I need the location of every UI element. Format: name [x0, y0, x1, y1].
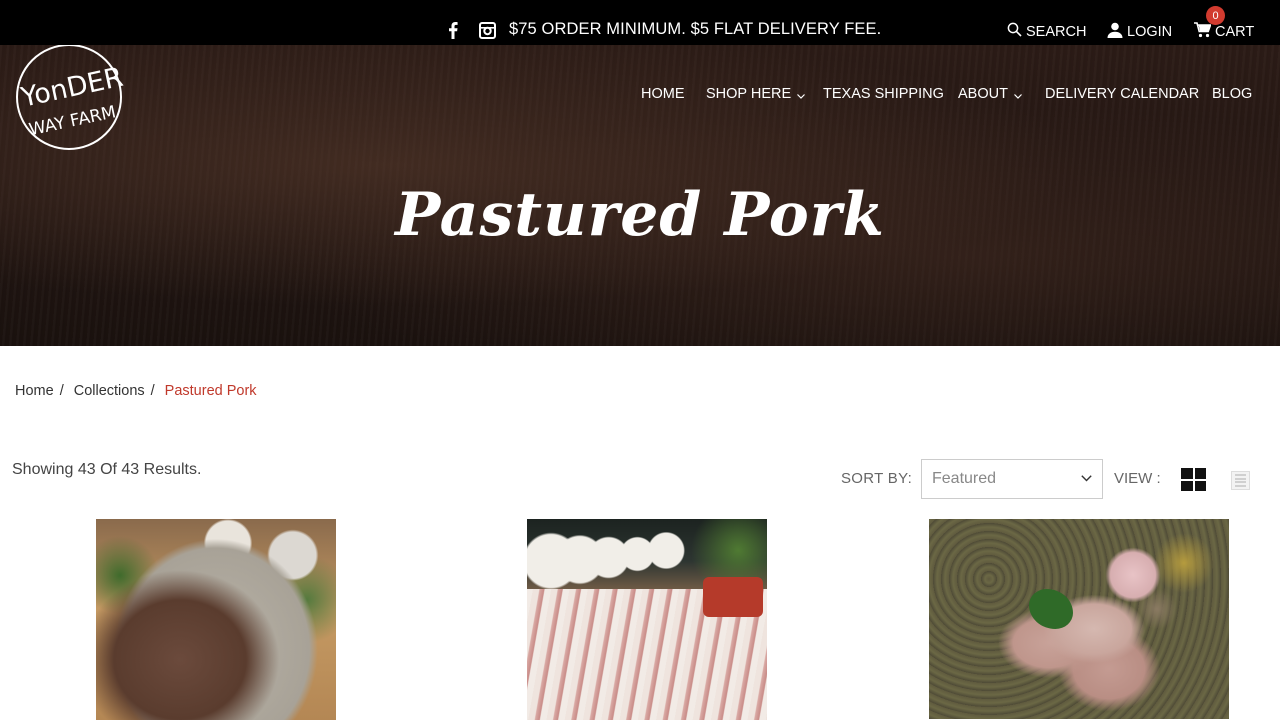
breadcrumb-separator: /: [59, 383, 64, 399]
product-image-ground-pork[interactable]: [96, 519, 336, 720]
nav-label: SHOP HERE: [706, 86, 792, 102]
nav-blog[interactable]: BLOG: [1212, 86, 1252, 102]
nav-label: BLOG: [1212, 86, 1253, 102]
breadcrumb-separator: /: [150, 383, 155, 399]
facebook-icon[interactable]: [444, 20, 462, 40]
instagram-icon[interactable]: [477, 20, 497, 40]
cart-label: CART: [1215, 24, 1255, 40]
nav-texas-shipping[interactable]: TEXAS SHIPPING: [823, 86, 944, 102]
breadcrumb: Home / Collections / Pastured Pork: [15, 383, 257, 399]
nav-home[interactable]: HOME: [641, 86, 685, 102]
list-view-icon[interactable]: [1231, 471, 1250, 490]
chevron-down-icon: [1081, 473, 1092, 485]
search-label: SEARCH: [1026, 23, 1087, 40]
nav-delivery-calendar[interactable]: DELIVERY CALENDAR: [1045, 86, 1199, 102]
grid-view-icon[interactable]: [1181, 468, 1206, 491]
results-count: Showing 43 Of 43 Results.: [12, 461, 202, 478]
product-image-sausage[interactable]: [929, 519, 1229, 719]
view-label: VIEW :: [1114, 470, 1161, 487]
sort-select[interactable]: Featured: [921, 459, 1103, 499]
product-photo-detail: [1029, 589, 1073, 629]
nav-label: ABOUT: [958, 86, 1008, 102]
login-label: LOGIN: [1127, 24, 1173, 40]
page-title: Pastured Pork: [395, 180, 885, 250]
user-icon: [1107, 22, 1123, 42]
nav-shop-here[interactable]: SHOP HERE: [706, 86, 806, 102]
search-link[interactable]: SEARCH: [1007, 22, 1086, 41]
breadcrumb-collections[interactable]: Collections: [74, 383, 145, 399]
nav-about[interactable]: ABOUT: [958, 86, 1022, 102]
promo-message: $75 ORDER MINIMUM. $5 FLAT DELIVERY FEE.: [509, 20, 882, 38]
hero-banner: YonDER WAY FARM HOME SHOP HERE TEXAS SHI…: [0, 45, 1280, 346]
nav-label: HOME: [641, 86, 685, 102]
breadcrumb-home[interactable]: Home: [15, 383, 54, 399]
top-bar: $75 ORDER MINIMUM. $5 FLAT DELIVERY FEE.…: [0, 0, 1280, 45]
product-photo-detail: [703, 577, 763, 617]
search-icon: [1007, 22, 1022, 41]
chevron-down-icon: [1014, 91, 1022, 101]
nav-label: DELIVERY CALENDAR: [1045, 86, 1200, 102]
nav-label: TEXAS SHIPPING: [823, 86, 944, 102]
chevron-down-icon: [797, 91, 806, 101]
main-nav: HOME SHOP HERE TEXAS SHIPPING ABOUT DELI…: [0, 86, 1280, 106]
cart-link[interactable]: CART: [1194, 22, 1254, 42]
sort-value: Featured: [932, 470, 997, 487]
sort-label: SORT BY:: [841, 470, 913, 487]
product-image-bacon[interactable]: [527, 519, 767, 720]
login-link[interactable]: LOGIN: [1107, 22, 1172, 42]
cart-count-badge: 0: [1206, 6, 1225, 25]
breadcrumb-current: Pastured Pork: [164, 383, 257, 399]
cart-icon: [1194, 22, 1212, 42]
